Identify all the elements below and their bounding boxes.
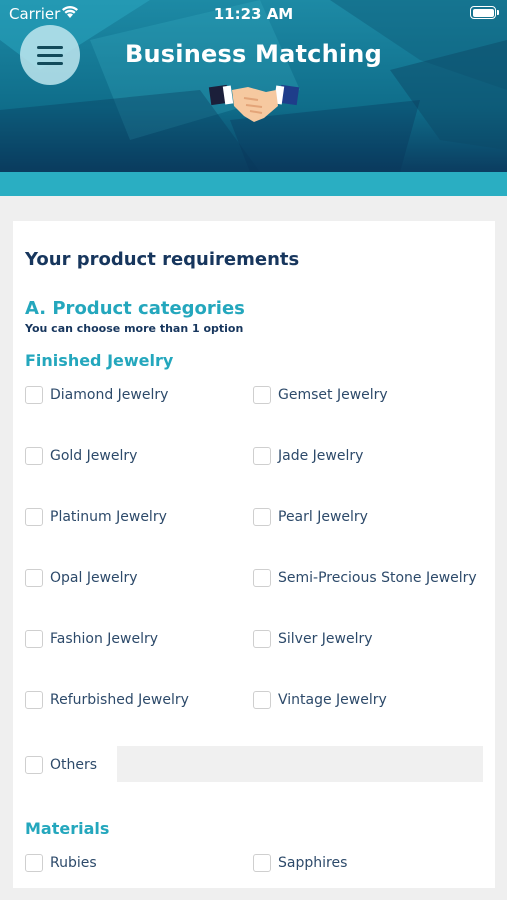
checkbox-opal-jewelry[interactable]: Opal Jewelry [25,569,138,587]
checkbox-others[interactable]: Others [25,756,97,774]
checkbox-gemset-jewelry[interactable]: Gemset Jewelry [253,386,388,404]
checkbox-box[interactable] [25,508,43,526]
checkbox-label: Gemset Jewelry [278,387,388,403]
clock: 11:23 AM [213,5,294,23]
handshake-icon [208,84,300,122]
checkbox-pearl-jewelry[interactable]: Pearl Jewelry [253,508,368,526]
materials-heading: Materials [25,819,110,838]
checkbox-label: Silver Jewelry [278,631,373,647]
checkbox-label: Jade Jewelry [278,448,364,464]
battery-icon [470,6,499,19]
checkbox-box[interactable] [253,854,271,872]
checkbox-box[interactable] [25,386,43,404]
checkbox-label: Sapphires [278,855,348,871]
checkbox-box[interactable] [25,447,43,465]
checkbox-sapphires[interactable]: Sapphires [253,854,347,872]
checkbox-label: Platinum Jewelry [50,509,167,525]
checkbox-box[interactable] [253,691,271,709]
checkbox-label: Gold Jewelry [50,448,138,464]
checkbox-vintage-jewelry[interactable]: Vintage Jewelry [253,691,387,709]
checkbox-box[interactable] [25,854,43,872]
checkbox-label: Vintage Jewelry [278,692,387,708]
checkbox-refurbished-jewelry[interactable]: Refurbished Jewelry [25,691,189,709]
header-stripe [0,172,507,196]
checkbox-box[interactable] [253,508,271,526]
checkbox-box[interactable] [253,386,271,404]
checkbox-box[interactable] [25,569,43,587]
checkbox-label: Fashion Jewelry [50,631,159,647]
checkbox-label: Refurbished Jewelry [50,692,189,708]
others-text-input[interactable] [117,746,483,782]
checkbox-silver-jewelry[interactable]: Silver Jewelry [253,630,373,648]
section-note: You can choose more than 1 option [25,322,244,335]
section-title: A. Product categories [25,298,245,319]
checkbox-box[interactable] [253,569,271,587]
checkbox-box[interactable] [253,630,271,648]
checkbox-platinum-jewelry[interactable]: Platinum Jewelry [25,508,167,526]
status-bar: Carrier 11:23 AM [0,0,507,28]
checkbox-box[interactable] [25,630,43,648]
checkbox-label: Rubies [50,855,97,871]
checkbox-box[interactable] [253,447,271,465]
finished-jewelry-heading: Finished Jewelry [25,351,174,370]
checkbox-jade-jewelry[interactable]: Jade Jewelry [253,447,363,465]
checkbox-label: Semi-Precious Stone Jewelry [278,570,477,586]
page-title: Business Matching [125,40,382,68]
checkbox-label: Opal Jewelry [50,570,138,586]
checkbox-label: Pearl Jewelry [278,509,368,525]
requirements-form: Your product requirements A. Product cat… [13,221,495,888]
checkbox-box[interactable] [25,691,43,709]
form-title: Your product requirements [25,249,300,270]
checkbox-semi-precious-stone-jewelry[interactable]: Semi-Precious Stone Jewelry [253,569,477,587]
checkbox-fashion-jewelry[interactable]: Fashion Jewelry [25,630,158,648]
checkbox-rubies[interactable]: Rubies [25,854,97,872]
checkbox-gold-jewelry[interactable]: Gold Jewelry [25,447,137,465]
checkbox-label: Others [50,757,98,773]
checkbox-box[interactable] [25,756,43,774]
checkbox-label: Diamond Jewelry [50,387,169,403]
checkbox-diamond-jewelry[interactable]: Diamond Jewelry [25,386,168,404]
header-banner: Carrier 11:23 AM Business Matching [0,0,507,196]
